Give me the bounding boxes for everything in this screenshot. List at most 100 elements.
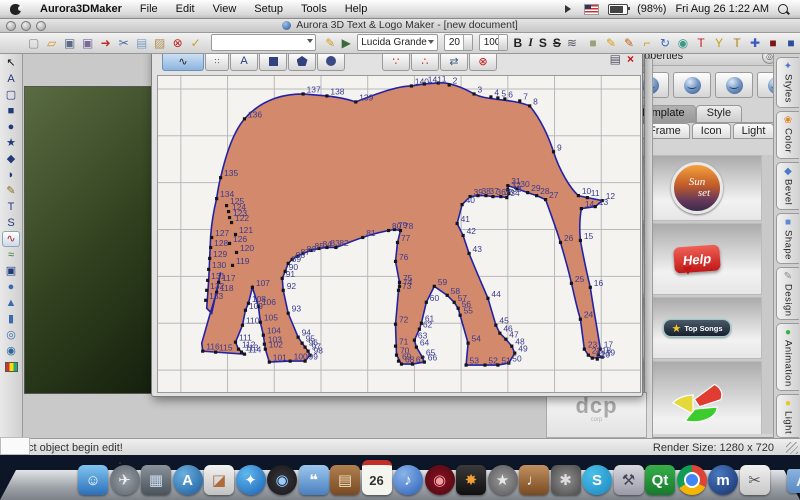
cone-tool[interactable]: ▲: [2, 295, 20, 311]
node-92[interactable]: [282, 289, 285, 292]
node-6[interactable]: [503, 97, 506, 100]
dock-itunes[interactable]: ♪: [393, 465, 423, 495]
style-text-tool[interactable]: S: [2, 215, 20, 231]
dock-contacts[interactable]: ▤: [330, 465, 360, 495]
font-family-combo[interactable]: Lucida Grande: [357, 34, 438, 51]
ellipse-shape-button[interactable]: [317, 52, 345, 71]
tab-style[interactable]: Style: [696, 105, 742, 122]
node-60[interactable]: [425, 301, 428, 304]
node-46[interactable]: [498, 332, 501, 335]
dock-preview[interactable]: ◪: [204, 465, 234, 495]
node-101[interactable]: [268, 360, 271, 363]
node-91[interactable]: [281, 277, 284, 280]
menu-aurora3dmaker[interactable]: Aurora3DMaker: [31, 3, 131, 15]
node-129[interactable]: [208, 257, 211, 260]
polygon-tool[interactable]: ◆: [2, 151, 20, 167]
char-spacing-button[interactable]: ≋: [567, 36, 577, 50]
node-14[interactable]: [580, 207, 583, 210]
node-137[interactable]: [302, 92, 305, 95]
node-15[interactable]: [579, 239, 582, 242]
node-132[interactable]: [205, 289, 208, 292]
dock-ichat[interactable]: ❝: [299, 465, 329, 495]
tab-design[interactable]: ✎Design: [776, 267, 799, 321]
save-as-icon[interactable]: ▣: [79, 35, 96, 51]
flag-image-tool[interactable]: [2, 359, 20, 375]
dock-photo-booth[interactable]: ◉: [267, 465, 297, 495]
node-122[interactable]: [230, 221, 233, 224]
texture-text-tool[interactable]: T: [2, 199, 20, 215]
marker-orange-icon[interactable]: ✎: [620, 35, 637, 51]
blue-swatch-icon[interactable]: ■: [782, 35, 799, 51]
node-21[interactable]: [591, 357, 594, 360]
node-96[interactable]: [303, 346, 306, 349]
curve-edit-tool[interactable]: ∿: [2, 231, 20, 247]
render-canvas[interactable]: [24, 86, 152, 394]
key-icon[interactable]: ⌐: [638, 35, 655, 51]
curve-tool-button[interactable]: ∿: [162, 52, 204, 71]
node-9[interactable]: [552, 150, 555, 153]
node-123[interactable]: [228, 216, 231, 219]
tab-color[interactable]: ❀Color: [776, 111, 799, 159]
torus-tool[interactable]: ◎: [2, 327, 20, 343]
save-icon[interactable]: ▣: [61, 35, 78, 51]
window-controls[interactable]: [6, 21, 46, 31]
dock-calendar[interactable]: 26: [362, 460, 392, 495]
tab-icon[interactable]: Icon: [692, 123, 731, 139]
node-124[interactable]: [227, 210, 230, 213]
node-64[interactable]: [415, 346, 418, 349]
node-72[interactable]: [394, 323, 397, 326]
node-120[interactable]: [235, 251, 238, 254]
node-135[interactable]: [219, 176, 222, 179]
style-s-button[interactable]: S: [539, 36, 547, 50]
node-44[interactable]: [486, 297, 489, 300]
node-131[interactable]: [206, 279, 209, 282]
node-77[interactable]: [396, 241, 399, 244]
node-48[interactable]: [510, 345, 513, 348]
texture-cube-icon[interactable]: ■: [584, 35, 601, 51]
node-103[interactable]: [263, 343, 266, 346]
font-size-stepper[interactable]: 20: [444, 34, 473, 51]
dock-mission-control[interactable]: ▦: [141, 465, 171, 495]
apply-icon[interactable]: ✓: [187, 35, 204, 51]
mirror-node-button[interactable]: ∴: [411, 52, 439, 71]
dock-qt-creator[interactable]: Qt: [645, 465, 675, 495]
node-8[interactable]: [528, 104, 531, 107]
node-109[interactable]: [244, 309, 247, 312]
freehand-tool[interactable]: ≈: [2, 247, 20, 263]
flip-direction-button[interactable]: ⇄: [440, 52, 468, 71]
rect-shape-button[interactable]: [259, 52, 287, 71]
cut-icon[interactable]: ✂: [115, 35, 132, 51]
menu-view[interactable]: View: [204, 3, 246, 15]
dock-safari[interactable]: ✦: [236, 465, 266, 495]
minimize-window-button[interactable]: [21, 21, 31, 31]
node-136[interactable]: [243, 117, 246, 120]
node-76[interactable]: [394, 260, 397, 263]
rect-tool[interactable]: ■: [2, 103, 20, 119]
delete-icon[interactable]: ⊗: [169, 35, 186, 51]
trophy-icon[interactable]: T: [728, 35, 745, 51]
font-spacing-stepper[interactable]: 100: [479, 34, 508, 51]
close-window-button[interactable]: [6, 21, 16, 31]
shape-edit-canvas[interactable]: 1234567891011121314151617181920212223242…: [157, 75, 641, 393]
node-68[interactable]: [400, 362, 403, 365]
node-4[interactable]: [489, 95, 492, 98]
menu-setup[interactable]: Setup: [245, 3, 292, 15]
ellipse-tool[interactable]: ●: [2, 119, 20, 135]
pen-tool[interactable]: ✎: [2, 183, 20, 199]
node-41[interactable]: [456, 222, 459, 225]
menu-file[interactable]: File: [131, 3, 167, 15]
snap-icon[interactable]: ✚: [746, 35, 763, 51]
node-56[interactable]: [457, 307, 460, 310]
dock-app-store[interactable]: A: [173, 465, 203, 495]
paste-icon[interactable]: ▨: [151, 35, 168, 51]
dock-xcode[interactable]: ⚒: [614, 465, 644, 495]
points-mode-button[interactable]: ∷: [205, 52, 229, 71]
import-icon[interactable]: ➜: [97, 35, 114, 51]
globe-texture-icon[interactable]: ◉: [674, 35, 691, 51]
menu-tools[interactable]: Tools: [292, 3, 336, 15]
node-133[interactable]: [204, 299, 207, 302]
dialog-close-button[interactable]: ×: [627, 52, 634, 66]
dock-imovie[interactable]: ★: [488, 465, 518, 495]
tab-animation[interactable]: ●Animation: [776, 323, 799, 391]
node-107[interactable]: [251, 286, 254, 289]
